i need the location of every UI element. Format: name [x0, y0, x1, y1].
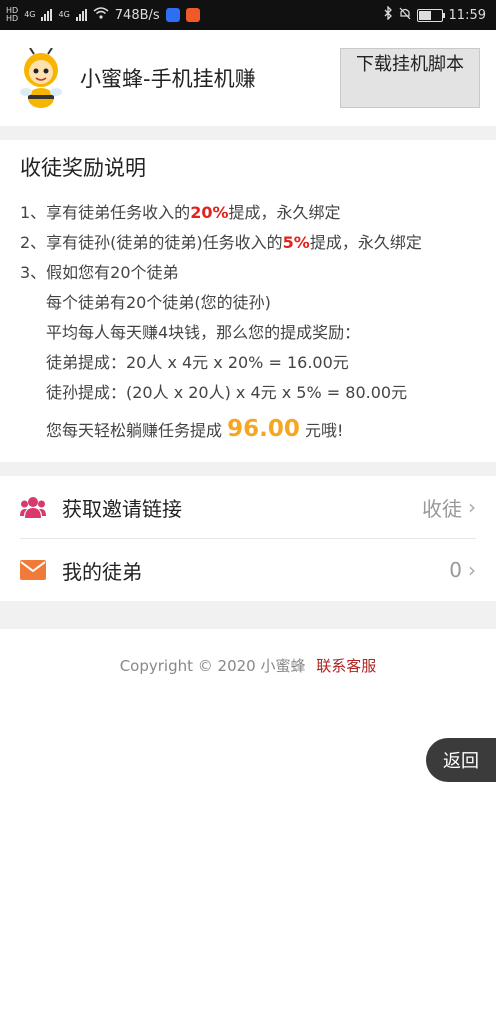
- section-divider-2: [0, 462, 496, 476]
- rate-5-percent: 5%: [282, 233, 310, 252]
- invite-link-label: 获取邀请链接: [62, 496, 182, 521]
- back-button[interactable]: 返回: [426, 738, 496, 782]
- mail-icon: [20, 557, 46, 583]
- network-type-2: 4G: [58, 10, 70, 19]
- section-divider-3: [0, 601, 496, 629]
- download-script-button[interactable]: 下载挂机脚本: [340, 48, 480, 108]
- reward-total: 您每天轻松躺赚任务提成 96.00 元哦!: [46, 416, 344, 442]
- bee-logo-icon: [20, 48, 62, 108]
- my-disciples-label: 我的徒弟: [62, 559, 142, 584]
- signal-icon: [41, 9, 53, 21]
- status-bar: HD HD 4G 4G 748B/s 11:59: [0, 0, 496, 30]
- signal-icon-2: [75, 9, 87, 21]
- reward-example-1: 每个徒弟有20个徒弟(您的徒孙): [46, 293, 271, 312]
- reward-title: 收徒奖励说明: [20, 156, 146, 180]
- hd-badges: HD HD: [6, 6, 19, 23]
- clock: 11:59: [448, 7, 486, 23]
- reward-example-4: 徒孙提成：(20人 x 20人) x 4元 x 5% = 80.00元: [46, 383, 408, 402]
- footer: Copyright © 2020 小蜜蜂 联系客服: [0, 655, 496, 676]
- app-header: 小蜜蜂-手机挂机赚 下载挂机脚本: [0, 30, 496, 126]
- invite-link-value: 收徒: [422, 496, 462, 521]
- invite-link-item[interactable]: 获取邀请链接 收徒 ›: [20, 476, 476, 539]
- menu-list: 获取邀请链接 收徒 › 我的徒弟 0 ›: [0, 476, 496, 601]
- reward-rule-1: 1、享有徒弟任务收入的20%提成，永久绑定: [20, 203, 341, 222]
- total-amount: 96.00: [227, 416, 300, 442]
- reward-rule-2: 2、享有徒孙(徒弟的徒弟)任务收入的5%提成，永久绑定: [20, 233, 422, 252]
- rate-20-percent: 20%: [190, 203, 229, 222]
- reward-example-3: 徒弟提成：20人 x 4元 x 20% = 16.00元: [46, 353, 349, 372]
- my-disciples-count: 0: [449, 558, 462, 582]
- copyright-text: Copyright © 2020 小蜜蜂: [119, 657, 306, 675]
- app-notification-icon-2: [185, 8, 200, 22]
- reward-rule-3: 3、假如您有20个徒弟: [20, 263, 179, 282]
- group-icon: [20, 494, 46, 520]
- reward-section: 收徒奖励说明 1、享有徒弟任务收入的20%提成，永久绑定 2、享有徒孙(徒弟的徒…: [0, 140, 496, 462]
- mute-icon: [399, 7, 411, 24]
- reward-example-2: 平均每人每天赚4块钱，那么您的提成奖励：: [46, 323, 361, 342]
- bluetooth-icon: [384, 5, 393, 24]
- app-title: 小蜜蜂-手机挂机赚: [80, 67, 256, 91]
- contact-support-link[interactable]: 联系客服: [316, 657, 376, 675]
- network-speed: 748B/s: [114, 7, 160, 23]
- battery-icon: [416, 8, 445, 22]
- network-type-1: 4G: [24, 10, 36, 19]
- section-divider: [0, 126, 496, 140]
- app-notification-icon: [165, 8, 180, 22]
- wifi-icon: [93, 7, 109, 23]
- chevron-right-icon: ›: [468, 495, 476, 519]
- chevron-right-icon: ›: [468, 558, 476, 582]
- my-disciples-item[interactable]: 我的徒弟 0 ›: [20, 539, 476, 601]
